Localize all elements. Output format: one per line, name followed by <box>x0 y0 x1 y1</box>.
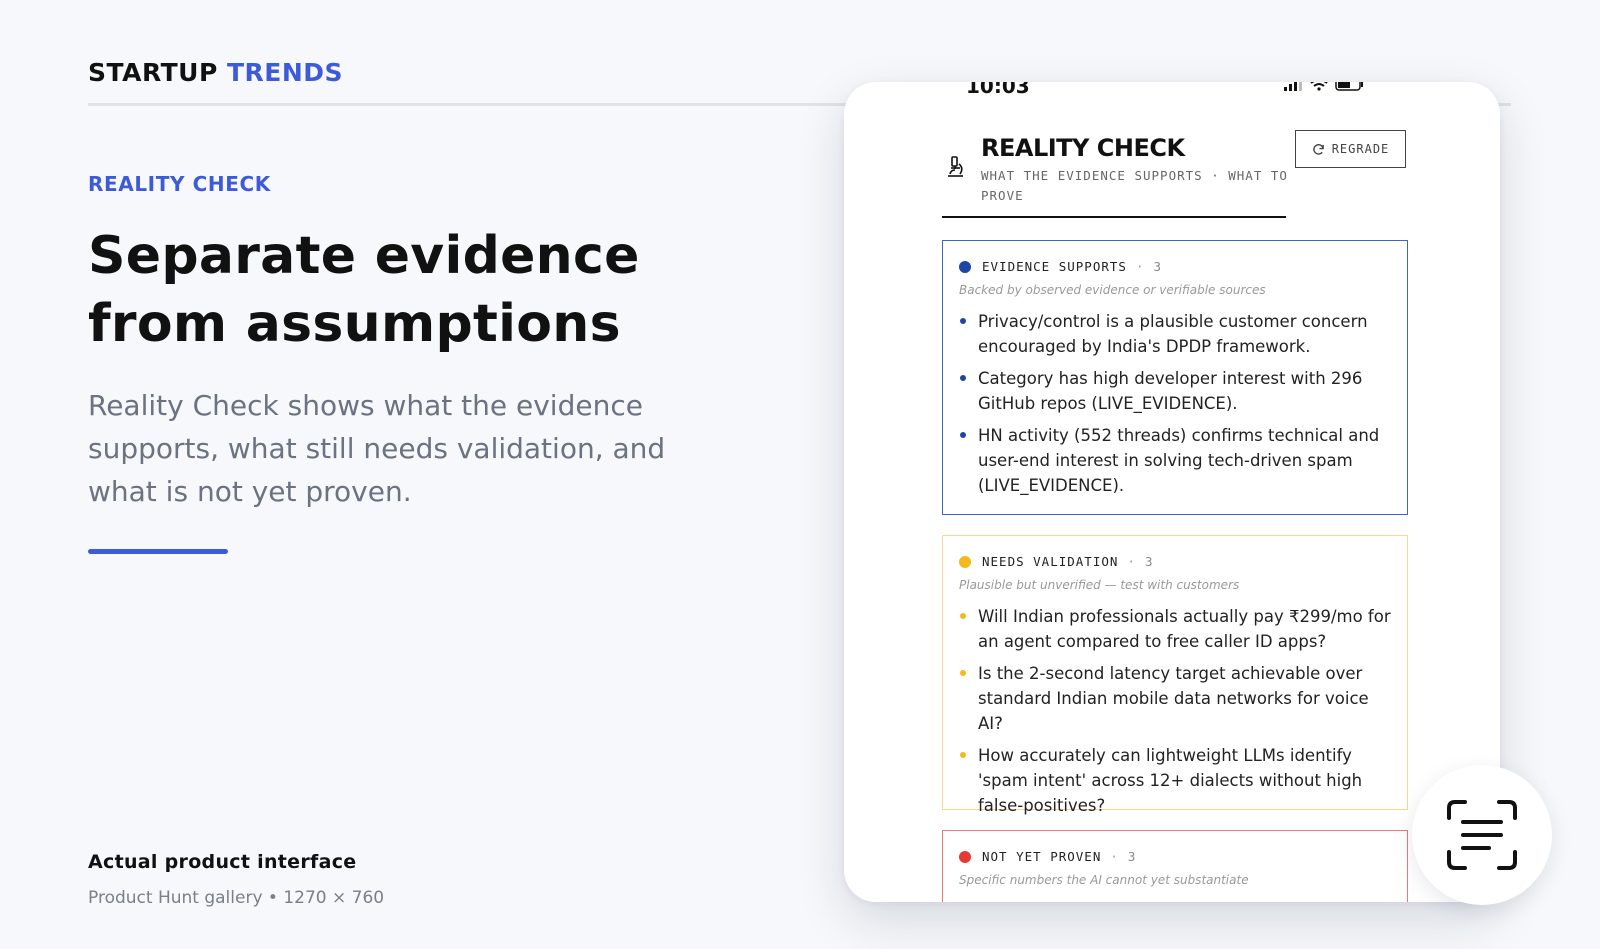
separator: · <box>1127 554 1136 569</box>
card-header: NEEDS VALIDATION · 3 <box>959 554 1391 569</box>
separator: · <box>1110 849 1119 864</box>
page-headline: Separate evidence from assumptions <box>88 226 640 354</box>
list-item: Is the 2-second latency target achievabl… <box>959 661 1391 736</box>
list-item: Privacy/control is a plausible customer … <box>959 309 1391 359</box>
reality-check-title: REALITY CHECK <box>981 134 1185 162</box>
wifi-icon <box>1310 82 1329 91</box>
section-eyebrow: REALITY CHECK <box>88 172 271 196</box>
card-items: Privacy/control is a plausible customer … <box>959 309 1391 498</box>
list-item: Will Indian professionals actually pay ₹… <box>959 604 1391 654</box>
list-item: HN activity (552 threads) confirms techn… <box>959 423 1391 498</box>
brand-logo: STARTUP TRENDS <box>88 58 343 87</box>
title-underline <box>942 216 1286 218</box>
card-count: 3 <box>1127 849 1137 864</box>
phone-screenshot: 10:03 REALITY CHECK WHAT THE EVIDENCE SU… <box>844 82 1500 902</box>
brand-word-trends: TRENDS <box>227 58 344 87</box>
text-scan-icon <box>1447 800 1517 870</box>
card-items: Will Indian professionals actually pay ₹… <box>959 604 1391 818</box>
card-note: Specific numbers the AI cannot yet subst… <box>959 873 1249 887</box>
regrade-button[interactable]: REGRADE <box>1295 130 1406 168</box>
card-label: NOT YET PROVEN <box>982 849 1102 864</box>
text-scan-button[interactable] <box>1412 765 1552 905</box>
card-header: NOT YET PROVEN · 3 <box>959 849 1391 864</box>
evidence-supports-card: EVIDENCE SUPPORTS · 3 Backed by observed… <box>942 240 1408 515</box>
separator: · <box>1135 259 1145 274</box>
card-note: Plausible but unverified — test with cus… <box>959 578 1240 592</box>
needs-validation-card: NEEDS VALIDATION · 3 Plausible but unver… <box>942 535 1408 815</box>
list-item: Category has high developer interest wit… <box>959 366 1391 416</box>
brand-word-startup: STARTUP <box>88 58 218 87</box>
status-dot <box>959 260 971 273</box>
regrade-label: REGRADE <box>1331 142 1390 156</box>
list-item: How accurately can lightweight LLMs iden… <box>959 743 1391 818</box>
reality-check-subtitle: WHAT THE EVIDENCE SUPPORTS · WHAT TO PRO… <box>981 168 1288 203</box>
card-count: 3 <box>1153 259 1162 274</box>
page-description: Reality Check shows what the evidence su… <box>88 389 666 508</box>
not-yet-proven-card: NOT YET PROVEN · 3 Specific numbers the … <box>942 830 1408 902</box>
status-dot <box>959 555 971 568</box>
card-label: NEEDS VALIDATION <box>982 554 1119 569</box>
status-dot <box>959 850 971 863</box>
signal-icon <box>1284 82 1302 91</box>
status-icons <box>1284 82 1365 95</box>
status-time: 10:03 <box>966 82 1030 98</box>
card-note: Backed by observed evidence or verifiabl… <box>959 283 1266 297</box>
accent-bar <box>88 549 228 554</box>
status-bar: 10:03 <box>844 82 1500 98</box>
caption-subtitle: Product Hunt gallery • 1270 × 760 <box>88 888 385 908</box>
card-count: 3 <box>1144 554 1154 569</box>
battery-icon <box>1335 82 1363 91</box>
microscope-icon <box>944 155 966 185</box>
refresh-icon <box>1312 143 1324 155</box>
caption-title: Actual product interface <box>88 851 357 873</box>
card-header: EVIDENCE SUPPORTS · 3 <box>959 259 1391 274</box>
card-label: EVIDENCE SUPPORTS <box>982 259 1127 274</box>
